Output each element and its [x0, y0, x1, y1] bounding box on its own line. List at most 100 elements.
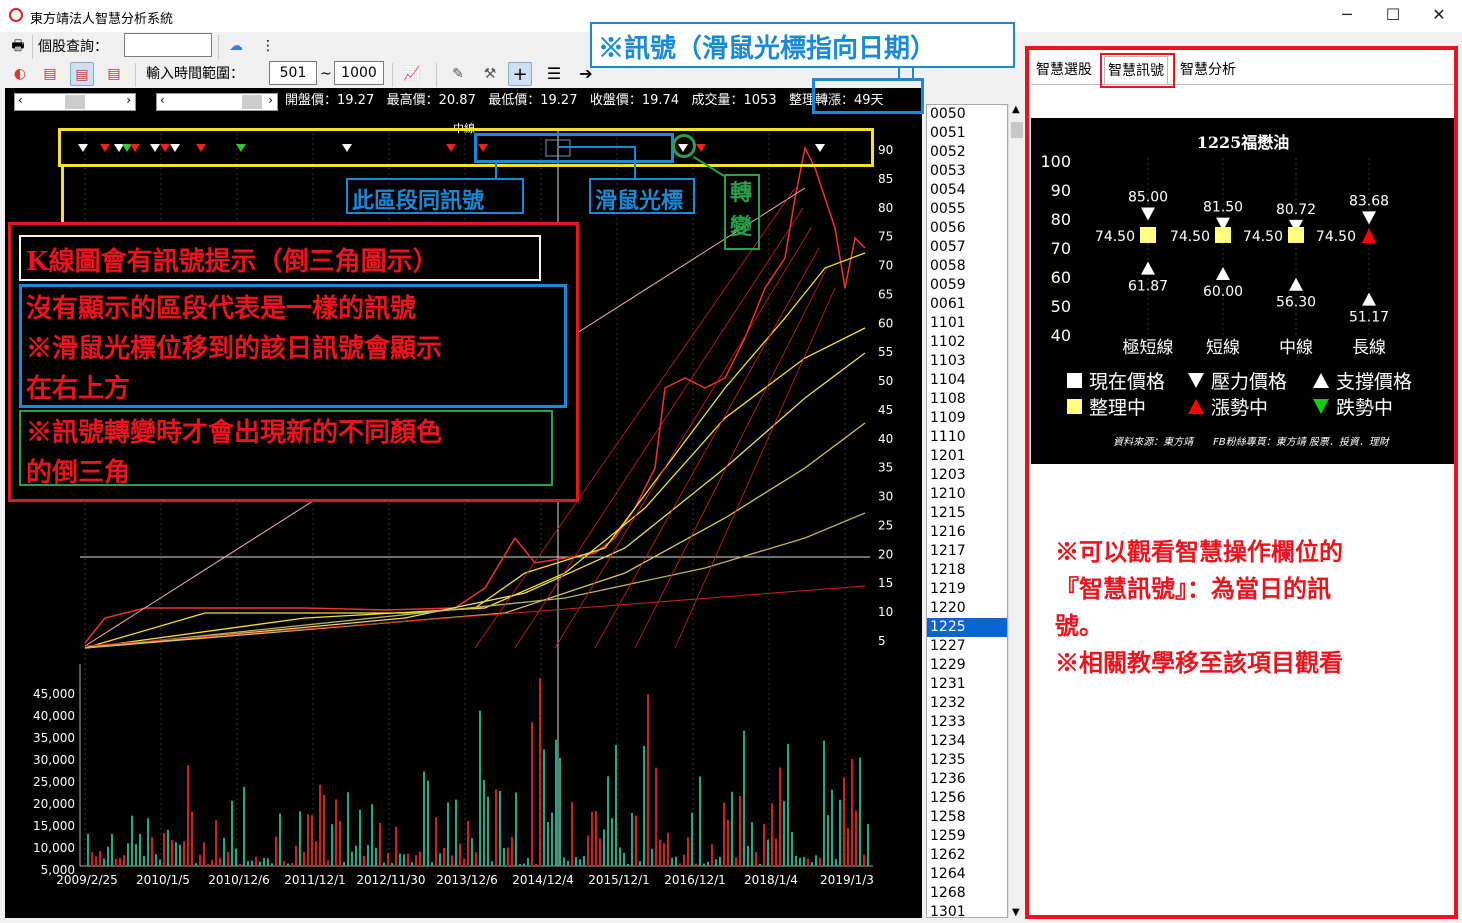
stock-list-item[interactable]: 1108: [927, 390, 1007, 409]
volume-bar: [619, 847, 621, 866]
volume-bar: [699, 776, 701, 866]
volume-bar: [427, 780, 429, 866]
annotation-line2: ※滑鼠光標位移到的該日訊號會顯示: [26, 334, 443, 364]
tree-icon[interactable]: ⋮: [256, 34, 280, 58]
stock-list-item[interactable]: 1109: [927, 409, 1007, 428]
chevron-right-icon: ›: [268, 93, 273, 107]
quote-bar: 開盤價：19.27 最高價：20.87 最低價：19.27 收盤價：19.74 …: [285, 89, 884, 108]
stock-list-item[interactable]: 1258: [927, 808, 1007, 827]
range-to-input[interactable]: 1000: [334, 61, 384, 85]
volume-bar: [723, 802, 725, 866]
day-calendar-icon[interactable]: ▤: [38, 62, 62, 86]
volume-bar: [375, 847, 377, 866]
stock-list-item[interactable]: 1218: [927, 561, 1007, 580]
stock-query-label: 個股查詢：: [38, 39, 108, 55]
pin-icon[interactable]: ✎: [446, 62, 470, 86]
volume-bar: [159, 859, 161, 866]
maximize-button[interactable]: ☐: [1370, 0, 1416, 30]
stock-list-item[interactable]: 0050: [927, 105, 1007, 124]
stock-list-scrollbar[interactable]: ▲ ▼: [1008, 104, 1025, 918]
stock-list-item[interactable]: 1110: [927, 428, 1007, 447]
stock-list-item[interactable]: 1301: [927, 903, 1007, 917]
stock-list-item[interactable]: 0057: [927, 238, 1007, 257]
stock-list-item[interactable]: 0056: [927, 219, 1007, 238]
stock-list-item[interactable]: 0055: [927, 200, 1007, 219]
stock-list-item[interactable]: 1217: [927, 542, 1007, 561]
stock-list-item[interactable]: 1225: [927, 618, 1007, 637]
menu-icon[interactable]: ☰: [542, 62, 566, 86]
volume-bar: [199, 854, 201, 866]
stock-list-item[interactable]: 1259: [927, 827, 1007, 846]
stock-list-item[interactable]: 1215: [927, 504, 1007, 523]
stock-list-item[interactable]: 1235: [927, 751, 1007, 770]
volume-bar: [235, 848, 237, 866]
stock-list-item[interactable]: 1268: [927, 884, 1007, 903]
stock-list-item[interactable]: 1229: [927, 656, 1007, 675]
price-tick-label: 80: [878, 201, 893, 215]
stock-query-input[interactable]: [124, 33, 212, 57]
volume-bar: [831, 789, 833, 866]
volume-bar: [511, 837, 513, 866]
right-panel-highlight-box: [1025, 46, 1458, 919]
stock-list-item[interactable]: 0061: [927, 295, 1007, 314]
stock-list-item[interactable]: 1101: [927, 314, 1007, 333]
tool-icon[interactable]: ⚒: [478, 62, 502, 86]
close-button[interactable]: ✕: [1416, 0, 1462, 30]
annotation-title: K線圖會有訊號提示（倒三角圖示）: [26, 247, 439, 277]
chart-scroll-right[interactable]: ‹ ›: [156, 93, 278, 111]
change-circle: [672, 134, 696, 158]
open-price: 開盤價：19.27: [285, 93, 375, 108]
scroll-down-icon[interactable]: ▼: [1012, 907, 1020, 918]
scroll-thumb[interactable]: [242, 95, 262, 109]
crosshair-icon[interactable]: +: [508, 62, 532, 86]
x-tick-label: 2013/12/6: [436, 873, 498, 887]
stock-list-item[interactable]: 0058: [927, 257, 1007, 276]
stock-list-item[interactable]: 1233: [927, 713, 1007, 732]
stock-list-item[interactable]: 1203: [927, 466, 1007, 485]
volume-bar: [91, 852, 93, 866]
volume-bar: [435, 817, 437, 866]
week-calendar-icon[interactable]: ▤: [70, 62, 94, 86]
scroll-thumb[interactable]: [1011, 122, 1023, 138]
stock-list-item[interactable]: 1262: [927, 846, 1007, 865]
stock-list-item[interactable]: 1219: [927, 580, 1007, 599]
volume-bar: [515, 792, 517, 866]
stock-list-item[interactable]: 1231: [927, 675, 1007, 694]
stock-list-item[interactable]: 1264: [927, 865, 1007, 884]
stock-list-item[interactable]: 0053: [927, 162, 1007, 181]
scroll-thumb[interactable]: [65, 95, 85, 109]
month-calendar-icon[interactable]: ▤: [102, 62, 126, 86]
print-icon[interactable]: 🖶: [6, 34, 30, 58]
volume-bar: [759, 863, 761, 866]
stock-list-item[interactable]: 1216: [927, 523, 1007, 542]
minimize-button[interactable]: ─: [1324, 0, 1370, 30]
volume-bar: [839, 799, 841, 866]
chart-mode-icon[interactable]: ◐: [8, 62, 32, 86]
scroll-up-icon[interactable]: ▲: [1012, 104, 1020, 115]
stock-list-item[interactable]: 1103: [927, 352, 1007, 371]
range-from-input[interactable]: 501: [269, 61, 317, 85]
chart-line-icon[interactable]: 📈: [400, 62, 424, 86]
stock-list-item[interactable]: 1234: [927, 732, 1007, 751]
cloud-download-icon[interactable]: ☁: [224, 34, 248, 58]
stock-list-item[interactable]: 1210: [927, 485, 1007, 504]
stock-list-item[interactable]: 0052: [927, 143, 1007, 162]
volume-bar: [675, 856, 677, 866]
stock-list-item[interactable]: 0059: [927, 276, 1007, 295]
chart-scroll-left[interactable]: ‹ ›: [14, 93, 136, 111]
stock-list[interactable]: 0050 0051 0052 0053 0054 0055 0056 0057 0058 0059…: [926, 104, 1008, 918]
signal-strip-left-line: [61, 166, 64, 224]
stock-list-item[interactable]: 1227: [927, 637, 1007, 656]
stock-list-item[interactable]: 1102: [927, 333, 1007, 352]
stock-list-item[interactable]: 1236: [927, 770, 1007, 789]
volume-bar: [187, 765, 189, 866]
moving-average-line: [84, 512, 866, 649]
stock-list-item[interactable]: 1104: [927, 371, 1007, 390]
stock-list-item[interactable]: 0054: [927, 181, 1007, 200]
stock-list-item[interactable]: 1232: [927, 694, 1007, 713]
stock-list-item[interactable]: 0051: [927, 124, 1007, 143]
price-tick-label: 75: [878, 230, 893, 244]
stock-list-item[interactable]: 1256: [927, 789, 1007, 808]
stock-list-item[interactable]: 1220: [927, 599, 1007, 618]
stock-list-item[interactable]: 1201: [927, 447, 1007, 466]
